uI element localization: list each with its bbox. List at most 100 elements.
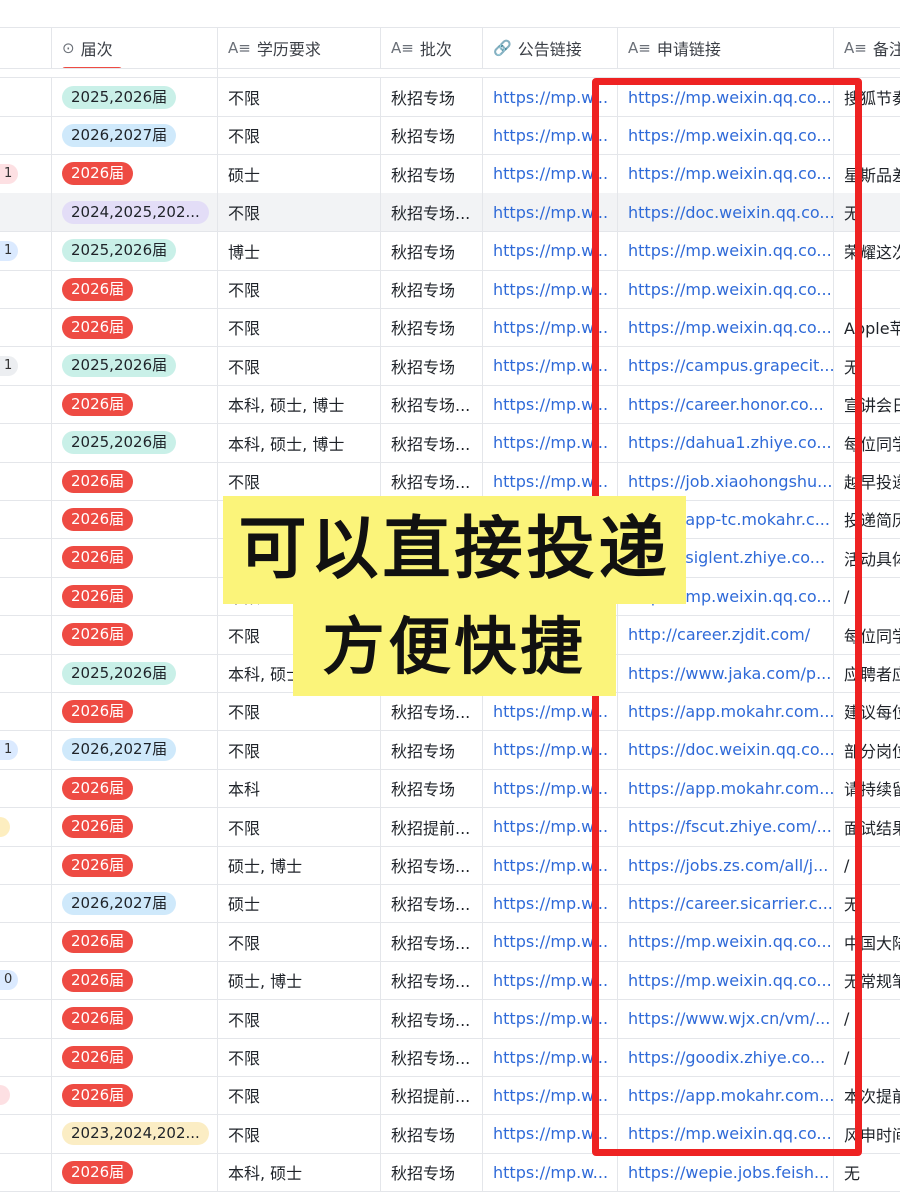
session-cell[interactable]: 2025,2026届	[52, 346, 218, 385]
education-cell[interactable]: 不限	[218, 692, 381, 731]
notice-link-cell[interactable]: https://mp.w...	[483, 884, 618, 923]
link-text[interactable]: https://mp.w...	[493, 856, 608, 875]
column-header-note[interactable]: A≡ 备注	[834, 28, 900, 68]
notice-link-cell[interactable]: https://mp.w...	[483, 1114, 618, 1153]
column-header-education[interactable]: A≡ 学历要求	[218, 28, 381, 68]
notice-link-cell[interactable]: https://mp.w...	[483, 462, 618, 500]
apply-link-cell[interactable]: https://app.mokahr.com...	[618, 1076, 834, 1115]
session-cell[interactable]: 2025,2026届	[52, 231, 218, 270]
link-text[interactable]: https://fscut.zhiye.com/...	[628, 817, 832, 836]
batch-cell[interactable]: 秋招专场...	[381, 961, 483, 1000]
apply-link-cell[interactable]: https://mp.weixin.qq.co...	[618, 922, 834, 961]
batch-cell[interactable]: 秋招专场...	[381, 692, 483, 731]
education-cell[interactable]: 本科	[218, 769, 381, 808]
batch-cell[interactable]: 秋招专场	[381, 1153, 483, 1192]
link-text[interactable]: https://doc.weixin.qq.co...	[628, 203, 833, 222]
column-header-batch[interactable]: A≡ 批次	[381, 28, 483, 68]
notice-link-cell[interactable]: https://mp.w...	[483, 846, 618, 884]
session-cell[interactable]: 2026届	[52, 270, 218, 308]
note-cell[interactable]: 搜狐节奏	[834, 78, 900, 116]
session-cell[interactable]: 2026届	[52, 615, 218, 654]
session-cell[interactable]: 2026届	[52, 154, 218, 193]
link-text[interactable]: https://mp.weixin.qq.co...	[628, 88, 832, 107]
batch-cell[interactable]: 秋招专场...	[381, 999, 483, 1038]
link-text[interactable]: https://mp.weixin.qq.co...	[628, 164, 832, 183]
link-text[interactable]: https://mp.w...	[493, 203, 608, 222]
apply-link-cell[interactable]: https://campus.grapecit...	[618, 346, 834, 385]
table-row[interactable]: 2026,2027届 硕士 秋招专场... https://mp.w... https:…	[0, 884, 900, 924]
apply-link-cell[interactable]: https://jobs.zs.com/all/j...	[618, 846, 834, 884]
batch-cell[interactable]: 秋招专场...	[381, 922, 483, 961]
table-row[interactable]: 1 2026届 硕士 秋招专场 https://mp.w... https://mp.we…	[0, 154, 900, 194]
education-cell[interactable]: 硕士	[218, 884, 381, 923]
link-text[interactable]: https://mp.w...	[493, 280, 608, 299]
link-text[interactable]: https://mp.weixin.qq.co...	[628, 280, 832, 299]
table-row[interactable]: 1 2026,2027届 不限 秋招专场 https://mp.w... https://…	[0, 730, 900, 770]
apply-link-cell[interactable]: http://career.zjdit.com/	[618, 615, 834, 654]
link-text[interactable]: https://goodix.zhiye.co...	[628, 1048, 825, 1067]
session-cell[interactable]: 2025,2026届	[52, 423, 218, 462]
apply-link-cell[interactable]: https://mp.weixin.qq.co...	[618, 116, 834, 155]
batch-cell[interactable]: 秋招专场...	[381, 884, 483, 923]
apply-link-cell[interactable]: https://mp.weixin.qq.co...	[618, 154, 834, 193]
batch-cell[interactable]: 秋招专场...	[381, 462, 483, 500]
note-cell[interactable]: /	[834, 846, 900, 884]
apply-link-cell[interactable]: https://job.xiaohongshu...	[618, 462, 834, 500]
link-text[interactable]: https://mp.weixin.qq.co...	[628, 971, 832, 990]
education-cell[interactable]: 本科, 硕士, 博士	[218, 385, 381, 424]
note-cell[interactable]: 每位同学	[834, 616, 900, 654]
batch-cell[interactable]: 秋招专场	[381, 346, 483, 385]
session-cell[interactable]: 2026届	[52, 1076, 218, 1115]
session-cell[interactable]: 2026届	[52, 922, 218, 961]
batch-cell[interactable]: 秋招专场	[381, 730, 483, 769]
table-row[interactable]: 0 2026届 硕士, 博士 秋招专场... https://mp.w... https:…	[0, 961, 900, 1001]
notice-link-cell[interactable]: https://mp.w...	[483, 308, 618, 347]
note-cell[interactable]: 风申时间	[834, 1115, 900, 1153]
apply-link-cell[interactable]: https://mp.weixin.qq.co...	[618, 961, 834, 1000]
batch-cell[interactable]: 秋招专场	[381, 231, 483, 270]
session-cell[interactable]: 2026届	[52, 692, 218, 731]
apply-link-cell[interactable]: https://mp.weixin.qq.co...	[618, 231, 834, 270]
batch-cell[interactable]: 秋招专场	[381, 116, 483, 155]
column-header-session[interactable]: ⊙ 届次	[52, 28, 218, 68]
link-text[interactable]: https://career.sicarrier.c...	[628, 894, 833, 913]
table-row[interactable]: 2026届 本科, 硕士 秋招专场 https://mp.w... https://we…	[0, 1153, 900, 1192]
note-cell[interactable]: /	[834, 1000, 900, 1038]
education-cell[interactable]: 不限	[218, 78, 381, 116]
link-text[interactable]: https://mp.w...	[493, 779, 608, 798]
apply-link-cell[interactable]: https://mp.weixin.qq.co...	[618, 78, 834, 116]
education-cell[interactable]: 不限	[218, 807, 381, 846]
link-text[interactable]: https://app.mokahr.com...	[628, 779, 833, 798]
batch-cell[interactable]: 秋招专场...	[381, 193, 483, 232]
notice-link-cell[interactable]: https://mp.w...	[483, 692, 618, 731]
education-cell[interactable]: 不限	[218, 730, 381, 769]
education-cell[interactable]: 不限	[218, 1114, 381, 1153]
table-row[interactable]: 1 2025,2026届 博士 秋招专场 https://mp.w... https://…	[0, 231, 900, 271]
session-cell[interactable]: 2026届	[52, 769, 218, 808]
notice-link-cell[interactable]: https://mp.w...	[483, 385, 618, 424]
link-text[interactable]: https://doc.weixin.qq.co...	[628, 740, 833, 759]
note-cell[interactable]: Apple苹	[834, 308, 900, 346]
notice-link-cell[interactable]: https://mp.w...	[483, 922, 618, 961]
table-row[interactable]: 2026届 不限 秋招专场 https://mp.w... https://mp.wei…	[0, 270, 900, 309]
note-cell[interactable]: 中国大陆	[834, 923, 900, 961]
notice-link-cell[interactable]: https://mp.w...	[483, 999, 618, 1038]
table-row[interactable]: 2024,2025,202... 不限 秋招专场... https://mp.w...…	[0, 193, 900, 233]
table-row[interactable]: 2026届 不限 秋招专场... https://mp.w... https://app…	[0, 692, 900, 732]
link-text[interactable]: https://job.xiaohongshu...	[628, 472, 832, 491]
link-text[interactable]: https://mp.w...	[493, 1048, 608, 1067]
session-cell[interactable]: 2026届	[52, 462, 218, 500]
link-text[interactable]: https://mp.w...	[493, 740, 608, 759]
note-cell[interactable]: 建议每位	[834, 692, 900, 730]
apply-link-cell[interactable]: https://www.wjx.cn/vm/...	[618, 999, 834, 1038]
education-cell[interactable]: 不限	[218, 462, 381, 500]
note-cell[interactable]: 越早投递	[834, 462, 900, 500]
education-cell[interactable]: 硕士, 博士	[218, 846, 381, 884]
batch-cell[interactable]: 秋招专场	[381, 1114, 483, 1153]
education-cell[interactable]: 不限	[218, 308, 381, 347]
education-cell[interactable]: 本科, 硕士, 博士	[218, 423, 381, 462]
education-cell[interactable]: 硕士, 博士	[218, 961, 381, 1000]
session-cell[interactable]: 2026,2027届	[52, 730, 218, 769]
link-text[interactable]: https://mp.weixin.qq.co...	[628, 932, 832, 951]
session-cell[interactable]: 2026届	[52, 1153, 218, 1192]
